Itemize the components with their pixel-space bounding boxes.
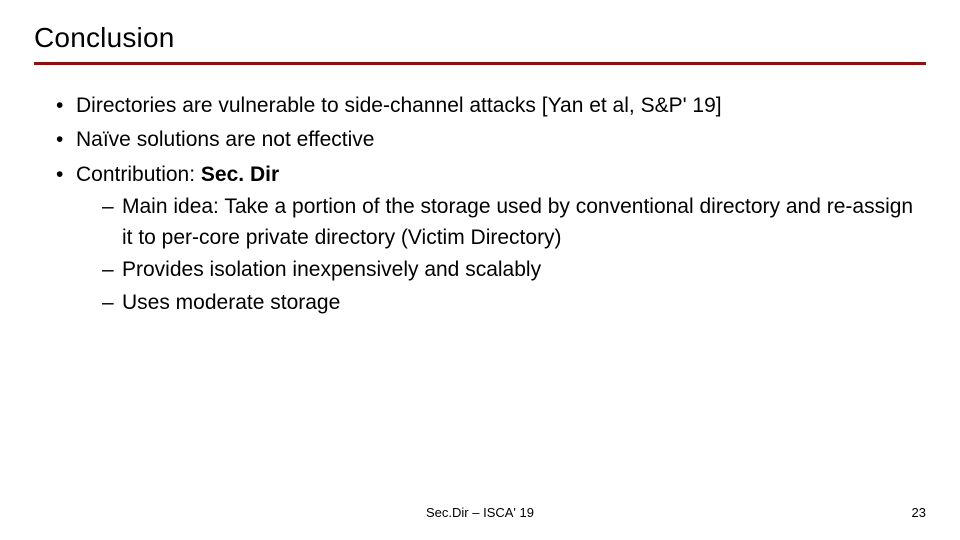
bullet-text-bold: Sec. Dir xyxy=(201,163,279,186)
bullet-text: Contribution: xyxy=(76,163,201,186)
sub-bullet-item: Main idea: Take a portion of the storage… xyxy=(102,192,926,253)
slide-title: Conclusion xyxy=(34,22,926,54)
sub-bullet-item: Provides isolation inexpensively and sca… xyxy=(102,255,926,285)
bullet-item: Naïve solutions are not effective xyxy=(56,125,926,155)
bullet-list: Directories are vulnerable to side-chann… xyxy=(34,91,926,318)
page-number: 23 xyxy=(912,505,926,520)
sub-bullet-item: Uses moderate storage xyxy=(102,288,926,318)
bullet-item: Contribution: Sec. Dir Main idea: Take a… xyxy=(56,160,926,318)
title-rule xyxy=(34,62,926,65)
bullet-item: Directories are vulnerable to side-chann… xyxy=(56,91,926,121)
slide-body: Directories are vulnerable to side-chann… xyxy=(34,91,926,318)
slide: Conclusion Directories are vulnerable to… xyxy=(0,0,960,540)
sub-bullet-list: Main idea: Take a portion of the storage… xyxy=(76,192,926,318)
footer-center: Sec.Dir – ISCA' 19 xyxy=(0,505,960,520)
